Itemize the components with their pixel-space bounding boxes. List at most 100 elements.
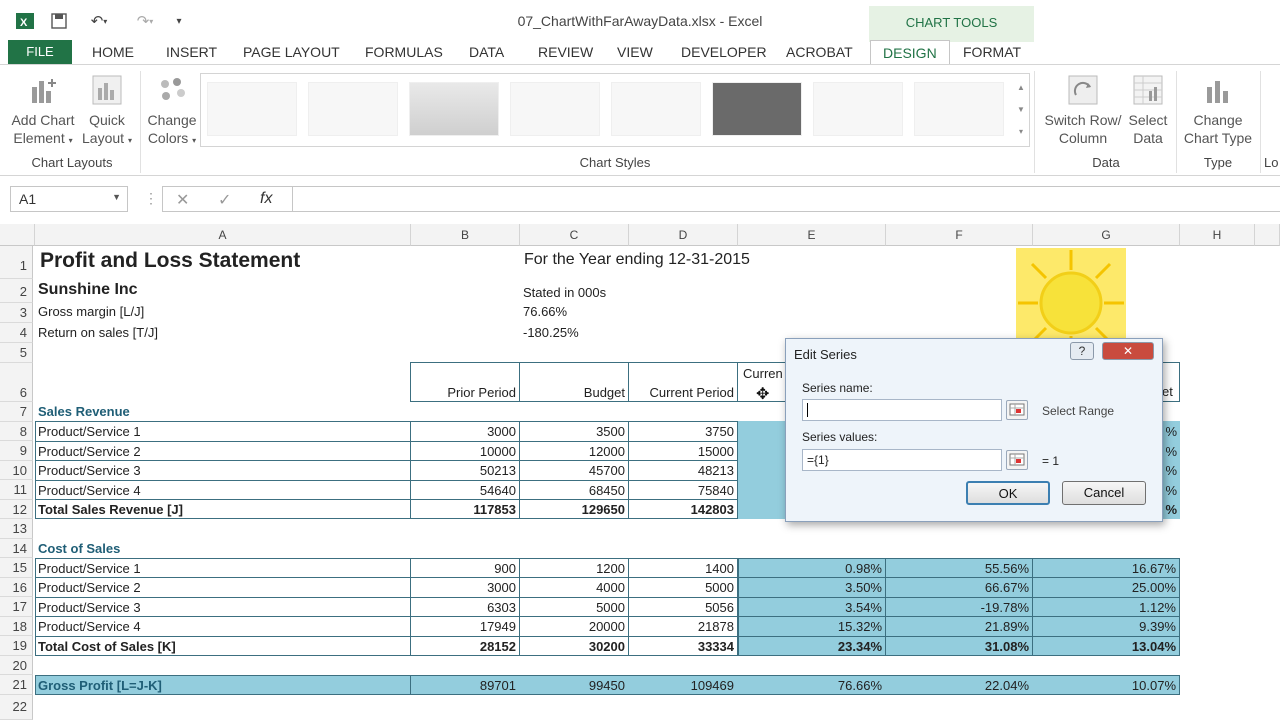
tab-formulas[interactable]: FORMULAS	[365, 42, 443, 64]
chart-style-1[interactable]	[207, 82, 297, 136]
column-header-d[interactable]: D	[629, 224, 738, 246]
formula-input[interactable]	[292, 186, 1280, 212]
column-header-a[interactable]: A	[35, 224, 411, 246]
tab-insert[interactable]: INSERT	[166, 42, 217, 64]
switch-row-column-button[interactable]: Switch Row/ Column	[1040, 73, 1126, 147]
row-header-10[interactable]: 10	[0, 461, 33, 480]
table-cell: 16.67%	[1033, 559, 1179, 578]
row-header-7[interactable]: 7	[0, 402, 33, 422]
row-header-14[interactable]: 14	[0, 539, 33, 558]
insert-function-icon[interactable]: fx	[260, 190, 272, 208]
column-header-b[interactable]: B	[411, 224, 520, 246]
total-cost-e: 23.34%	[837, 639, 882, 654]
series-values-input[interactable]: ={1}	[802, 449, 1002, 471]
row-header-2[interactable]: 2	[0, 279, 33, 303]
row-header-16[interactable]: 16	[0, 578, 33, 597]
tab-view[interactable]: VIEW	[617, 42, 653, 64]
row-header-17[interactable]: 17	[0, 597, 33, 617]
name-box-dropdown-icon[interactable]: ▼	[112, 192, 121, 202]
ok-button[interactable]: OK	[966, 481, 1050, 505]
row-header-21[interactable]: 21	[0, 675, 33, 695]
row-header-3[interactable]: 3	[0, 303, 33, 323]
series-name-input[interactable]	[802, 399, 1002, 421]
range-selector-icon[interactable]	[1006, 450, 1028, 470]
close-icon[interactable]: ✕	[1102, 342, 1154, 360]
table-cell: 17949	[411, 617, 519, 637]
row-header-19[interactable]: 19	[0, 636, 33, 656]
row-header-1[interactable]: 1	[0, 246, 33, 279]
row-header-12[interactable]: 12	[0, 500, 33, 519]
help-icon[interactable]: ?	[1070, 342, 1094, 360]
cancel-icon[interactable]: ✕	[176, 190, 189, 210]
tab-page-layout[interactable]: PAGE LAYOUT	[243, 42, 340, 64]
chart-style-8[interactable]	[914, 82, 1004, 136]
row-header-8[interactable]: 8	[0, 422, 33, 441]
document-title: 07_ChartWithFarAwayData.xlsx - Excel	[517, 13, 763, 29]
chart-style-5[interactable]	[611, 82, 701, 136]
table-cell: 68450	[520, 481, 628, 500]
tab-home[interactable]: HOME	[92, 42, 134, 64]
row-header-13[interactable]: 13	[0, 519, 33, 539]
chart-style-4[interactable]	[510, 82, 600, 136]
chart-styles-gallery[interactable]: ▲ ▼ ▾	[200, 73, 1030, 147]
add-chart-element-button[interactable]: Add Chart Element ▾	[10, 73, 76, 150]
column-header-e[interactable]: E	[738, 224, 886, 246]
range-selector-icon[interactable]	[1006, 400, 1028, 420]
row-header-4[interactable]: 4	[0, 323, 33, 343]
row-header-15[interactable]: 15	[0, 558, 33, 578]
row-header-11[interactable]: 11	[0, 480, 33, 500]
column-header-h[interactable]: H	[1180, 224, 1255, 246]
table-row-label: Product/Service 3	[36, 598, 410, 617]
tab-review[interactable]: REVIEW	[538, 42, 593, 64]
change-colors-button[interactable]: Change Colors ▾	[144, 73, 200, 150]
change-chart-type-button[interactable]: Change Chart Type	[1180, 73, 1256, 147]
chart-style-3[interactable]	[409, 82, 499, 136]
table-cell: 9.39%	[1033, 617, 1179, 637]
column-header-extra	[1255, 224, 1280, 246]
series-values-result: = 1	[1042, 454, 1060, 468]
row-header-6[interactable]: 6	[0, 363, 33, 402]
table-cell: 6303	[411, 598, 519, 617]
table-row-label: Product/Service 2	[36, 578, 410, 598]
table-cell: 1.12%	[1033, 598, 1179, 617]
table-cell: 5056	[629, 598, 737, 617]
select-data-button[interactable]: Select Data	[1126, 73, 1170, 147]
column-header-f[interactable]: F	[886, 224, 1033, 246]
gallery-scroll-down-icon[interactable]: ▼	[1015, 100, 1027, 120]
quick-layout-button[interactable]: Quick Layout ▾	[80, 73, 134, 150]
group-data: Data	[1092, 155, 1120, 170]
table-cell: 50213	[411, 461, 519, 481]
tab-developer[interactable]: DEVELOPER	[681, 42, 767, 64]
tab-format[interactable]: FORMAT	[963, 42, 1021, 64]
row-header-20[interactable]: 20	[0, 656, 33, 675]
select-all-corner[interactable]	[0, 224, 35, 246]
ribbon-divider	[1176, 71, 1177, 173]
column-header-g[interactable]: G	[1033, 224, 1180, 246]
formula-bar-grip-icon: ⋮	[144, 190, 158, 206]
row-header-18[interactable]: 18	[0, 617, 33, 636]
table-cell-partial: %	[1165, 483, 1177, 498]
ribbon: Add Chart Element ▾ Quick Layout ▾ Chart…	[0, 64, 1280, 176]
total-sales-c: 129650	[581, 502, 625, 517]
section-sales-revenue: Sales Revenue	[38, 404, 130, 419]
group-chart-layouts: Chart Layouts	[31, 155, 113, 170]
gallery-more-icon[interactable]: ▾	[1015, 122, 1027, 142]
ribbon-divider	[140, 71, 141, 173]
column-header-c[interactable]: C	[520, 224, 629, 246]
tab-data[interactable]: DATA	[469, 42, 504, 64]
chart-style-6[interactable]	[712, 82, 802, 136]
chart-style-7[interactable]	[813, 82, 903, 136]
tab-design[interactable]: DESIGN	[870, 40, 950, 64]
gallery-scroll-up-icon[interactable]: ▲	[1015, 78, 1027, 98]
tab-acrobat[interactable]: ACROBAT	[786, 42, 853, 64]
row-header-22[interactable]: 22	[0, 695, 33, 720]
row-header-9[interactable]: 9	[0, 441, 33, 461]
cancel-button[interactable]: Cancel	[1062, 481, 1146, 505]
chart-style-2[interactable]	[308, 82, 398, 136]
row-header-5[interactable]: 5	[0, 343, 33, 363]
ribbon-divider	[1034, 71, 1035, 173]
table-cell: 75840	[629, 481, 737, 500]
enter-icon[interactable]: ✓	[218, 190, 231, 210]
total-cost-b: 28152	[479, 639, 516, 654]
name-box[interactable]: A1 ▼	[10, 186, 128, 212]
